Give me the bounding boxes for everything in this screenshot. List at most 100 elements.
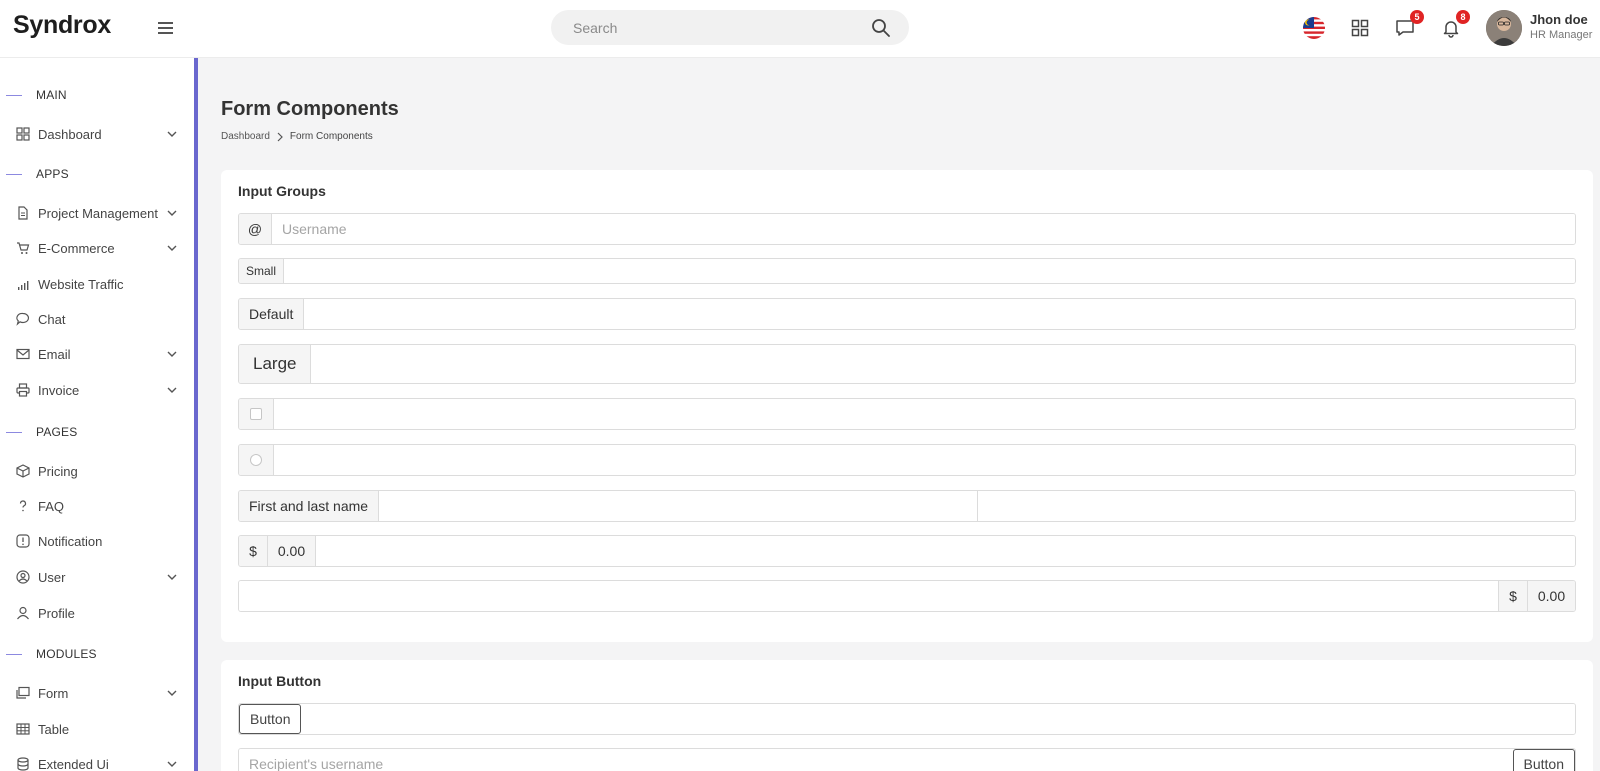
card-title: Input Groups [238,183,326,199]
sidebar-item-e-commerce[interactable]: E-Commerce [0,233,194,263]
sidebar-item-chat[interactable]: Chat [0,304,194,334]
sidebar-item-extended-ui[interactable]: Extended Ui [0,749,194,771]
bar-chart-icon [16,277,30,291]
default-input[interactable] [304,299,1575,329]
mail-icon [16,347,30,361]
sidebar-item-dashboard[interactable]: Dashboard [0,119,194,149]
sidebar-item-label: Profile [38,605,75,621]
notifications-badge: 8 [1456,10,1470,24]
radio-input-group [238,444,1576,476]
input-group-button[interactable]: Button [239,704,302,734]
printer-icon [16,383,30,397]
breadcrumb-current: Form Components [289,131,373,142]
dollar-addon: $ [1498,581,1527,611]
checkbox-text-input[interactable] [274,399,1575,429]
small-addon: Small [239,259,285,283]
sidebar-section-modules: MODULES [0,644,97,664]
sidebar-item-notification[interactable]: Notification [0,526,194,556]
amount-suffix-input-group: $ 0.00 [238,580,1576,612]
card-title: Input Button [238,673,322,689]
dollar-addon: $ [239,536,268,566]
search-input[interactable] [551,10,909,45]
app-logo[interactable]: Syndrox [13,11,111,40]
search-icon[interactable] [871,18,891,38]
breadcrumb-link-dashboard[interactable]: Dashboard [221,131,270,142]
document-icon [16,206,30,220]
notifications-bell-icon[interactable]: 8 [1439,10,1470,40]
sidebar-item-website-traffic[interactable]: Website Traffic [0,269,194,299]
sidebar-section-pages: PAGES [0,422,77,442]
chevron-down-icon [167,210,177,216]
top-header: Syndrox Search 5 8 Jhon doe HR Manager [0,0,1600,58]
chevron-down-icon [167,761,177,767]
radio-button[interactable] [250,454,262,466]
sidebar-section-apps: APPS [0,164,69,184]
large-addon: Large [239,345,312,383]
button-prefix-input[interactable] [301,704,1575,734]
alert-icon [16,534,30,548]
input-groups-card: Input Groups @ Small Default Large First… [221,170,1593,642]
sidebar: MAIN Dashboard APPS Project Management E… [0,58,198,771]
search-bar [551,10,909,45]
sidebar-item-profile[interactable]: Profile [0,598,194,628]
chat-icon [16,312,30,326]
sidebar-item-table[interactable]: Table [0,714,194,744]
apps-grid-icon[interactable] [1348,16,1372,40]
checkbox-input-group [238,398,1576,430]
user-name[interactable]: Jhon doe [1530,12,1588,27]
messages-icon[interactable]: 5 [1393,10,1424,40]
sidebar-item-form[interactable]: Form [0,678,194,708]
sidebar-item-label: Extended Ui [38,756,109,771]
recipient-input-group: Button [238,748,1576,771]
messages-badge: 5 [1410,10,1424,24]
first-name-input[interactable] [379,491,977,521]
recipient-input[interactable] [239,749,1513,771]
last-name-input[interactable] [976,491,1575,521]
small-input[interactable] [284,259,1575,283]
large-input[interactable] [311,345,1575,383]
user-icon [16,606,30,620]
sidebar-item-label: Dashboard [38,126,102,142]
chevron-down-icon [167,574,177,580]
sidebar-item-label: E-Commerce [38,240,115,256]
sidebar-item-label: FAQ [38,498,65,514]
sidebar-item-pricing[interactable]: Pricing [0,456,194,486]
sidebar-item-user[interactable]: User [0,562,194,592]
at-addon: @ [239,214,272,244]
chevron-down-icon [167,351,177,357]
sidebar-item-faq[interactable]: FAQ [0,491,194,521]
amount-prefix-input-group: $ 0.00 [238,535,1576,567]
sidebar-item-project-management[interactable]: Project Management [0,198,194,228]
checkbox[interactable] [250,408,262,420]
sidebar-section-main: MAIN [0,85,67,105]
sidebar-item-label: Form [38,685,69,701]
radio-text-input[interactable] [274,445,1575,475]
sidebar-item-invoice[interactable]: Invoice [0,375,194,405]
username-input[interactable] [272,214,1575,244]
amount-suffix-input[interactable] [239,581,1498,611]
sidebar-item-email[interactable]: Email [0,339,194,369]
menu-toggle-icon[interactable] [158,19,176,39]
sidebar-item-label: Website Traffic [38,276,124,292]
grid-icon [16,127,30,141]
name-input-group: First and last name [238,490,1576,522]
amount-addon: 0.00 [1527,581,1575,611]
default-addon: Default [239,299,305,329]
page-title: Form Components [221,98,399,120]
sidebar-item-label: Chat [38,311,66,327]
user-role: HR Manager [1530,29,1593,41]
chevron-down-icon [167,690,177,696]
database-icon [16,757,30,771]
user-circle-icon [16,570,30,584]
language-flag-icon[interactable] [1303,17,1325,39]
package-icon [16,464,30,478]
username-input-group: @ [238,213,1576,245]
recipient-button[interactable]: Button [1512,749,1575,771]
avatar[interactable] [1486,10,1522,46]
sidebar-item-label: Email [38,346,71,362]
sidebar-item-label: User [38,569,66,585]
table-icon [16,722,30,736]
chevron-right-icon [277,132,283,141]
amount-input[interactable] [316,536,1575,566]
button-prefix-input-group: Button [238,703,1576,735]
